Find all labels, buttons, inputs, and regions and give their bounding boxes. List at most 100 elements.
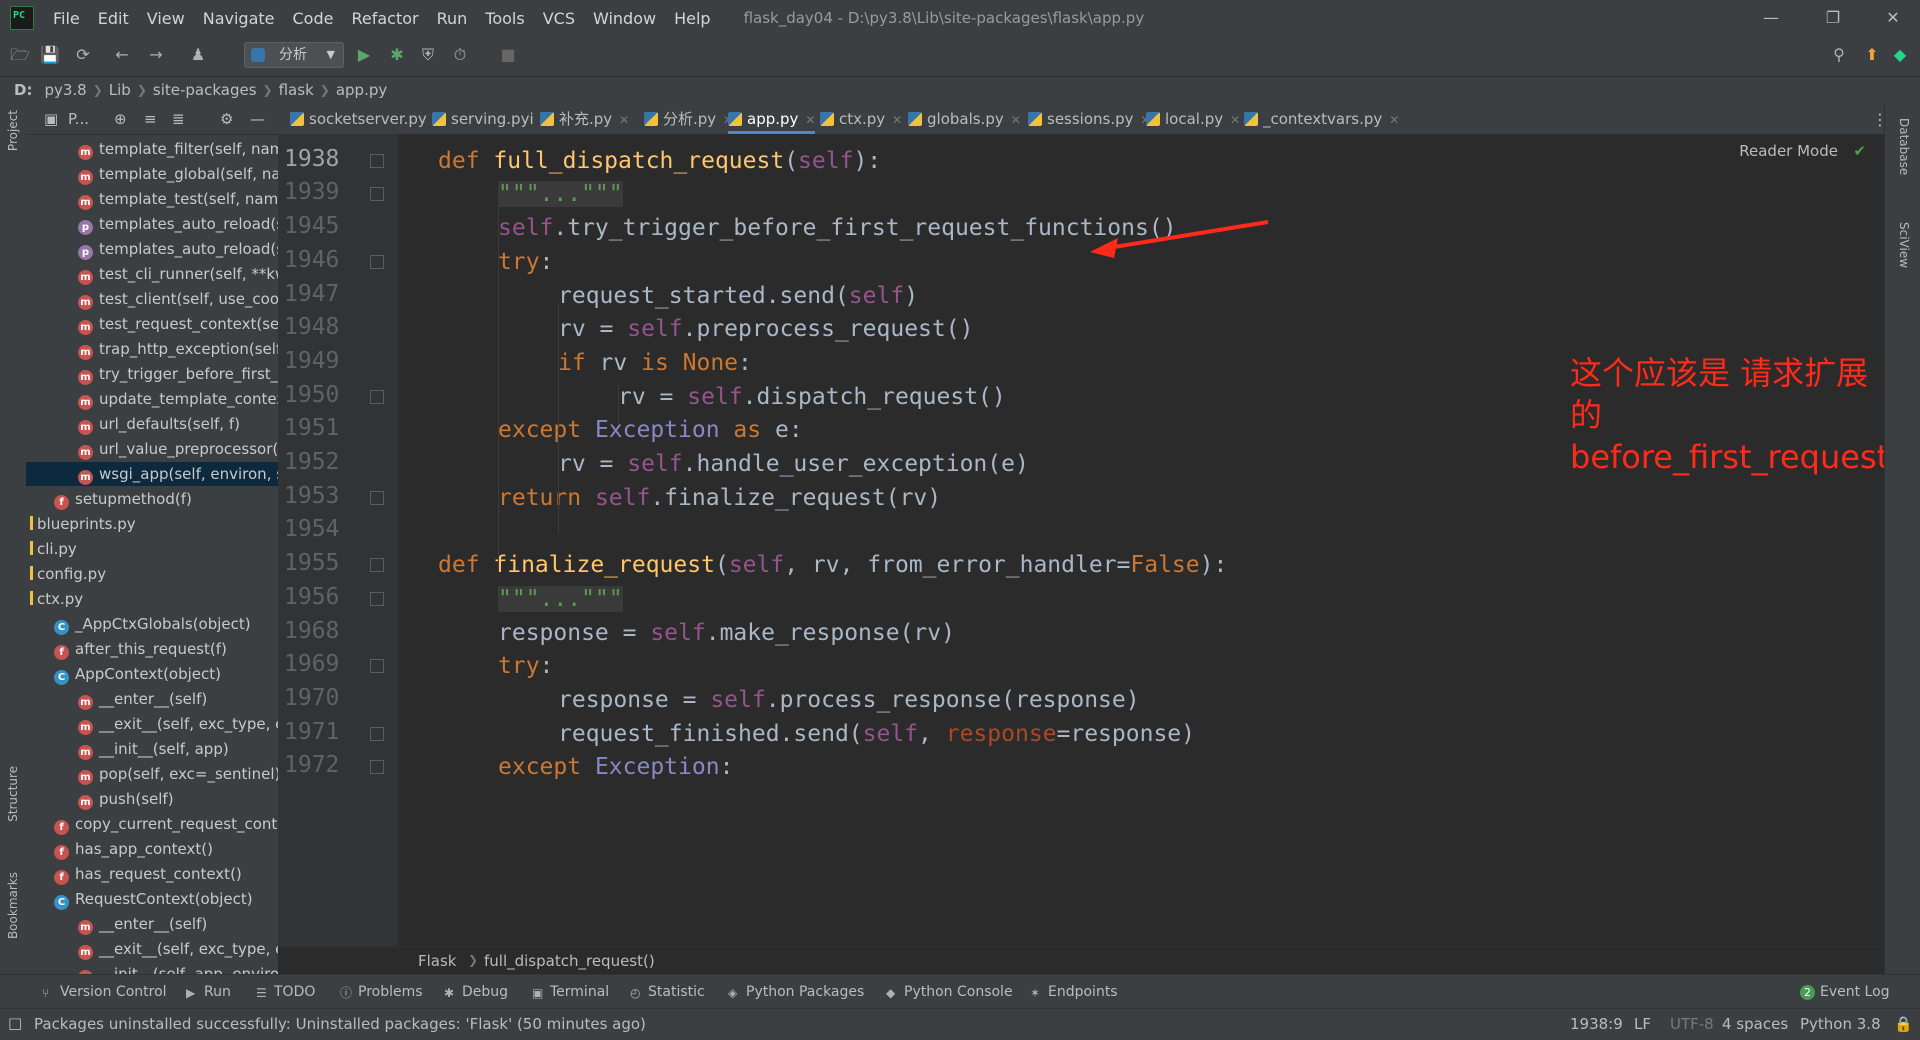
- save-icon[interactable]: 💾: [40, 45, 60, 65]
- locate-icon[interactable]: ⊕: [114, 110, 127, 128]
- menu-code[interactable]: Code: [293, 9, 334, 28]
- tree-item[interactable]: C RequestContext(object): [26, 887, 253, 911]
- menu-navigate[interactable]: Navigate: [203, 9, 275, 28]
- editor-tab[interactable]: serving.pyi✕: [432, 104, 551, 134]
- search-icon[interactable]: ⚲: [1829, 45, 1849, 65]
- tree-item[interactable]: m template_filter(self, name=: [26, 137, 278, 161]
- menu-refactor[interactable]: Refactor: [351, 9, 418, 28]
- forward-icon[interactable]: →: [146, 45, 166, 65]
- expand-all-icon[interactable]: ≡: [144, 110, 157, 128]
- tree-item[interactable]: m template_global(self, name: [26, 162, 278, 186]
- indent-setting[interactable]: 4 spaces: [1722, 1015, 1788, 1033]
- close-tab-icon[interactable]: ✕: [892, 113, 902, 127]
- breadcrumb-drive[interactable]: D:: [0, 81, 38, 99]
- profile-icon[interactable]: ⏱: [450, 45, 470, 65]
- breadcrumb-py38[interactable]: py3.8: [38, 81, 92, 99]
- status-square-icon[interactable]: □: [8, 1014, 22, 1032]
- user-icon[interactable]: ♟: [188, 45, 208, 65]
- event-log-button[interactable]: 2 Event Log: [1800, 984, 1890, 1000]
- tool-window-button[interactable]: ◆ Python Console: [886, 984, 1013, 1000]
- tree-item[interactable]: cli.py: [26, 537, 77, 561]
- editor-tab[interactable]: local.py ✕: [1146, 104, 1240, 134]
- crumb-class-flask[interactable]: Flask: [418, 952, 457, 970]
- editor-tab[interactable]: 补充.py ✕: [540, 104, 629, 134]
- gear-icon[interactable]: ⚙: [220, 110, 233, 128]
- menu-edit[interactable]: Edit: [98, 9, 129, 28]
- tree-item[interactable]: m trap_http_exception(self, e): [26, 337, 278, 361]
- tree-item[interactable]: C _AppCtxGlobals(object): [26, 612, 251, 636]
- crumb-method[interactable]: full_dispatch_request(): [484, 952, 655, 970]
- tree-item[interactable]: m url_value_preprocessor(self: [26, 437, 278, 461]
- editor-tab[interactable]: socketserver.py✕: [290, 104, 444, 134]
- menu-run[interactable]: Run: [437, 9, 468, 28]
- tool-window-button[interactable]: ◈ Python Packages: [728, 984, 864, 1000]
- menu-vcs[interactable]: VCS: [543, 9, 575, 28]
- tree-item[interactable]: m template_test(self, name=N: [26, 187, 278, 211]
- menu-help[interactable]: Help: [674, 9, 710, 28]
- project-view-icon[interactable]: ▣: [44, 110, 58, 128]
- python-interpreter[interactable]: Python 3.8: [1800, 1015, 1881, 1033]
- close-tab-icon[interactable]: ✕: [1230, 113, 1240, 127]
- bookmarks-tool-button[interactable]: Bookmarks: [6, 872, 20, 939]
- editor-tab[interactable]: app.py ✕: [728, 104, 816, 134]
- breadcrumb-lib[interactable]: Lib: [103, 81, 137, 99]
- tool-window-button[interactable]: ✱ Debug: [444, 984, 508, 1000]
- close-tab-icon[interactable]: ✕: [1011, 113, 1021, 127]
- tree-item[interactable]: m test_client(self, use_cookies: [26, 287, 278, 311]
- tree-item[interactable]: f has_request_context(): [26, 862, 242, 886]
- tree-item[interactable]: m url_defaults(self, f): [26, 412, 240, 436]
- tree-item[interactable]: m push(self): [26, 787, 174, 811]
- tool-window-button[interactable]: ⓘ Problems: [340, 984, 423, 1000]
- restore-icon[interactable]: ❐: [1806, 0, 1860, 36]
- breadcrumb-site-packages[interactable]: site-packages: [147, 81, 263, 99]
- tree-item[interactable]: m __enter__(self): [26, 912, 207, 936]
- tree-item[interactable]: f copy_current_request_context: [26, 812, 278, 836]
- tree-item[interactable]: m __exit__(self, exc_type, exc_: [26, 712, 278, 736]
- tool-window-button[interactable]: ✶ Endpoints: [1030, 984, 1118, 1000]
- menu-window[interactable]: Window: [593, 9, 656, 28]
- editor-tab[interactable]: globals.py ✕: [908, 104, 1021, 134]
- update-icon[interactable]: ⬆: [1862, 45, 1882, 65]
- lock-icon[interactable]: 🔒: [1894, 1015, 1913, 1033]
- breadcrumb-app-py[interactable]: app.py: [330, 81, 393, 99]
- run-icon[interactable]: ▶: [354, 45, 374, 65]
- sciview-tool-button[interactable]: SciView: [1897, 222, 1911, 268]
- line-separator[interactable]: LF: [1634, 1015, 1651, 1033]
- tool-window-button[interactable]: ▶ Run: [186, 984, 231, 1000]
- tree-item[interactable]: ctx.py: [26, 587, 83, 611]
- tree-item[interactable]: f has_app_context(): [26, 837, 213, 861]
- editor-tab[interactable]: _contextvars.py ✕: [1244, 104, 1399, 134]
- file-encoding[interactable]: UTF-8: [1670, 1015, 1714, 1033]
- close-tab-icon[interactable]: ✕: [619, 113, 629, 127]
- structure-tool-button[interactable]: Structure: [6, 766, 20, 822]
- tree-item[interactable]: blueprints.py: [26, 512, 136, 536]
- tree-item[interactable]: m update_template_context(s: [26, 387, 278, 411]
- database-tool-button[interactable]: Database: [1897, 118, 1911, 175]
- collapse-all-icon[interactable]: ≣: [172, 110, 185, 128]
- status-message[interactable]: Packages uninstalled successfully: Unins…: [34, 1015, 646, 1033]
- coverage-icon[interactable]: ⛨: [418, 45, 438, 65]
- menu-view[interactable]: View: [147, 9, 185, 28]
- tree-item[interactable]: m test_cli_runner(self, **kwarg: [26, 262, 278, 286]
- tree-item[interactable]: f after_this_request(f): [26, 637, 227, 661]
- tree-item[interactable]: m test_request_context(self, *: [26, 312, 278, 336]
- tree-item[interactable]: m __exit__(self, exc_type, exc_: [26, 937, 278, 961]
- tool-window-button[interactable]: ⑂ Version Control: [42, 984, 167, 1000]
- tree-item[interactable]: m__init__(self, app, environ, r: [26, 962, 278, 974]
- stop-icon[interactable]: ■: [498, 45, 518, 65]
- tree-item[interactable]: f setupmethod(f): [26, 487, 192, 511]
- back-icon[interactable]: ←: [112, 45, 132, 65]
- tree-item[interactable]: C AppContext(object): [26, 662, 221, 686]
- close-tab-icon[interactable]: ✕: [1389, 113, 1399, 127]
- tree-item[interactable]: m pop(self, exc=_sentinel): [26, 762, 278, 786]
- project-tool-button[interactable]: Project: [6, 110, 20, 151]
- minimize-icon[interactable]: —: [1744, 0, 1798, 36]
- sync-icon[interactable]: ⟳: [73, 45, 93, 65]
- open-folder-icon[interactable]: 🗁: [10, 45, 30, 65]
- caret-position[interactable]: 1938:9: [1570, 1015, 1623, 1033]
- editor-tab[interactable]: 分析.py✕: [644, 104, 733, 134]
- tool-window-button[interactable]: ▣ Terminal: [532, 984, 609, 1000]
- tree-item[interactable]: p templates_auto_reload(self: [26, 212, 278, 236]
- hide-icon[interactable]: —: [250, 110, 265, 128]
- tree-item[interactable]: p templates_auto_reload(self: [26, 237, 278, 261]
